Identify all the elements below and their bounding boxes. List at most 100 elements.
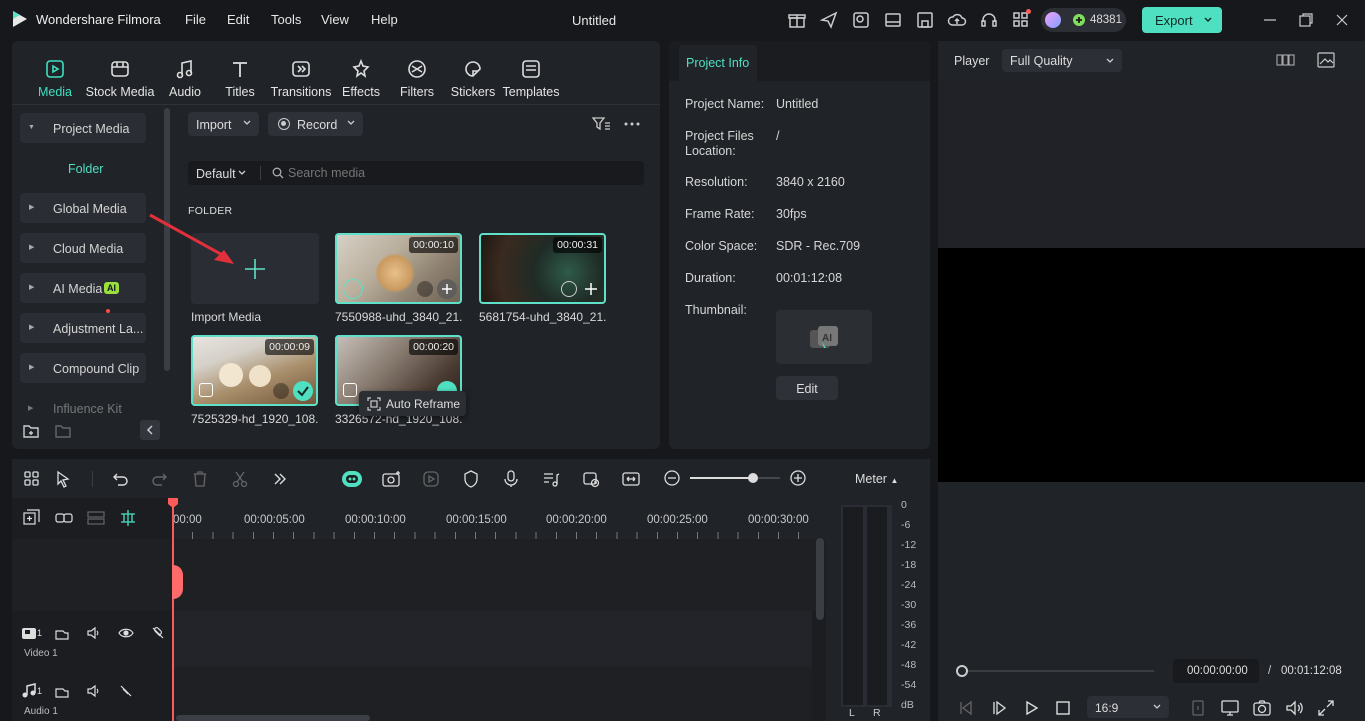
playhead-marker[interactable] <box>172 565 183 599</box>
sidebar-item-ai-media[interactable]: ▶ AI Media AI <box>20 273 146 303</box>
apps-grid-icon[interactable] <box>1011 9 1031 30</box>
menu-edit[interactable]: Edit <box>227 12 249 27</box>
credits-pill[interactable]: 48381 <box>1041 8 1126 32</box>
more-options-icon[interactable] <box>623 115 641 133</box>
audio-track-lane[interactable] <box>172 667 812 721</box>
hide-icon[interactable] <box>118 683 134 699</box>
stop-icon[interactable] <box>1053 698 1073 718</box>
media-thumbnail[interactable]: 00:00:10 <box>335 233 462 304</box>
speaker-icon[interactable] <box>86 625 102 641</box>
microphone-icon[interactable] <box>501 469 521 489</box>
minimize-icon[interactable] <box>1262 12 1278 28</box>
previous-frame-icon[interactable] <box>956 698 976 718</box>
group-icon[interactable] <box>86 509 106 527</box>
media-thumbnail[interactable]: 00:00:31 <box>479 233 606 304</box>
export-button[interactable]: Export <box>1142 7 1222 33</box>
tool-filters[interactable]: Filters <box>389 58 445 99</box>
sidebar-item-cloud-media[interactable]: ▶ Cloud Media <box>20 233 146 263</box>
search-input[interactable] <box>288 164 628 182</box>
zoom-in-icon[interactable] <box>789 469 809 489</box>
new-folder-icon[interactable] <box>22 422 40 440</box>
aspect-ratio-dropdown[interactable]: 16:9 <box>1087 696 1169 718</box>
tool-titles[interactable]: Titles <box>212 58 268 99</box>
cloud-upload-icon[interactable] <box>947 10 967 30</box>
folder-icon[interactable] <box>54 422 72 440</box>
record-button[interactable]: Record <box>268 112 363 136</box>
maximize-icon[interactable] <box>1298 12 1314 28</box>
eye-icon[interactable] <box>118 625 134 641</box>
template-tool-icon[interactable] <box>851 10 871 30</box>
lock-icon[interactable] <box>54 625 70 641</box>
gift-icon[interactable] <box>787 10 807 30</box>
playback-track[interactable] <box>958 670 1154 672</box>
grid-view-icon[interactable] <box>1276 52 1296 68</box>
sidebar-folder[interactable]: Folder <box>68 162 103 176</box>
send-icon[interactable] <box>819 10 839 30</box>
cut-icon[interactable] <box>230 469 250 489</box>
video-track-lane[interactable] <box>172 611 812 667</box>
sidebar-item-influence-kit[interactable]: ▶ Influence Kit <box>20 393 146 415</box>
undo-icon[interactable] <box>110 469 130 489</box>
menu-tools[interactable]: Tools <box>271 12 301 27</box>
motion-icon[interactable] <box>421 469 441 489</box>
check-icon[interactable] <box>293 381 313 401</box>
tool-media[interactable]: Media <box>27 58 83 99</box>
save-icon[interactable] <box>915 10 935 30</box>
layout-icon[interactable] <box>883 10 903 30</box>
speaker-icon[interactable] <box>86 683 102 699</box>
filter-icon[interactable] <box>591 115 611 133</box>
magnet-snap-icon[interactable] <box>118 509 138 527</box>
tool-stickers[interactable]: Stickers <box>445 58 501 99</box>
redo-icon[interactable] <box>150 469 170 489</box>
add-track-icon[interactable] <box>22 509 42 527</box>
snapshot-view-icon[interactable] <box>1316 51 1336 69</box>
sidebar-item-adjustment-layer[interactable]: ▶ Adjustment La... <box>20 313 146 343</box>
multi-layout-icon[interactable] <box>22 469 42 489</box>
menu-file[interactable]: File <box>185 12 206 27</box>
link-icon[interactable] <box>54 509 74 527</box>
meter-toggle[interactable]: Meter ▲ <box>855 472 898 486</box>
select-tool-icon[interactable] <box>54 469 74 489</box>
camera-snapshot-icon[interactable] <box>1252 698 1272 718</box>
add-to-timeline-icon[interactable] <box>583 281 599 297</box>
timeline-playhead[interactable] <box>172 498 174 721</box>
zoom-slider-knob[interactable] <box>748 473 758 483</box>
delete-icon[interactable] <box>190 469 210 489</box>
playhead-scrubber[interactable] <box>956 665 968 677</box>
menu-view[interactable]: View <box>321 12 349 27</box>
sort-dropdown[interactable]: Default <box>196 167 236 181</box>
shield-icon[interactable] <box>461 469 481 489</box>
tool-transitions[interactable]: Transitions <box>268 58 334 99</box>
menu-help[interactable]: Help <box>371 12 398 27</box>
lock-icon[interactable] <box>54 683 70 699</box>
sidebar-item-global-media[interactable]: ▶ Global Media <box>20 193 146 223</box>
tool-templates[interactable]: Templates <box>500 58 562 99</box>
sidebar-item-compound-clip[interactable]: ▶ Compound Clip <box>20 353 146 383</box>
mark-in-icon[interactable] <box>1188 698 1208 718</box>
volume-icon[interactable] <box>1284 698 1304 718</box>
tab-project-info[interactable]: Project Info <box>679 45 757 81</box>
media-thumbnail[interactable]: 00:00:09 <box>191 335 318 406</box>
quality-dropdown[interactable]: Full Quality <box>1002 49 1122 72</box>
edit-thumbnail-button[interactable]: Edit <box>776 376 838 400</box>
zoom-out-icon[interactable] <box>663 469 683 489</box>
headset-icon[interactable] <box>979 10 999 30</box>
fullscreen-icon[interactable] <box>1316 698 1336 718</box>
timeline-vertical-scrollbar[interactable] <box>816 538 824 620</box>
timeline-horizontal-scrollbar[interactable] <box>176 715 370 721</box>
auto-clip-icon[interactable] <box>581 469 601 489</box>
audio-edit-icon[interactable] <box>541 469 561 489</box>
add-to-timeline-icon[interactable] <box>437 279 457 299</box>
close-icon[interactable] <box>1334 12 1350 28</box>
play-icon[interactable] <box>1021 698 1041 718</box>
add-camera-icon[interactable] <box>381 469 401 489</box>
snap-icon[interactable] <box>621 469 641 489</box>
tool-stock-media[interactable]: Stock Media <box>82 58 158 99</box>
step-forward-icon[interactable] <box>989 698 1009 718</box>
more-tools-icon[interactable] <box>270 469 290 489</box>
ai-mate-icon[interactable] <box>341 469 362 489</box>
tool-effects[interactable]: Effects <box>333 58 389 99</box>
import-button[interactable]: Import <box>188 112 259 136</box>
sidebar-item-project-media[interactable]: ▼ Project Media <box>20 113 146 143</box>
collapse-sidebar-button[interactable] <box>140 420 160 440</box>
